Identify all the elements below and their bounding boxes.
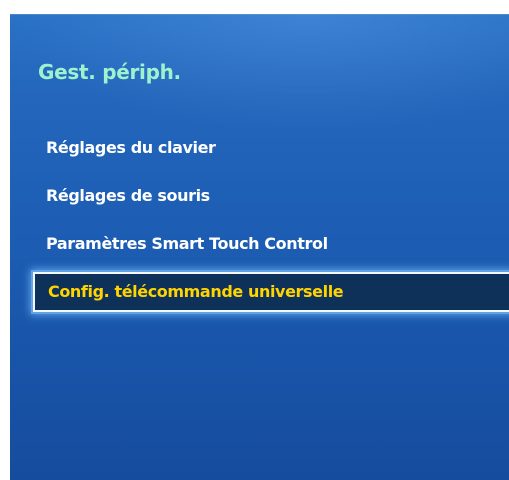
menu-item-universal-remote-setup[interactable]: Config. télécommande universelle <box>33 272 509 312</box>
menu-item-keyboard-settings[interactable]: Réglages du clavier <box>20 125 509 171</box>
menu-item-smart-touch-control-settings[interactable]: Paramètres Smart Touch Control <box>20 221 509 267</box>
panel-title: Gest. périph. <box>38 60 181 84</box>
menu-item-mouse-settings[interactable]: Réglages de souris <box>20 173 509 219</box>
tv-screen: Gest. périph. Réglages du clavier Réglag… <box>0 0 509 480</box>
device-manager-panel: Gest. périph. Réglages du clavier Réglag… <box>10 14 509 480</box>
